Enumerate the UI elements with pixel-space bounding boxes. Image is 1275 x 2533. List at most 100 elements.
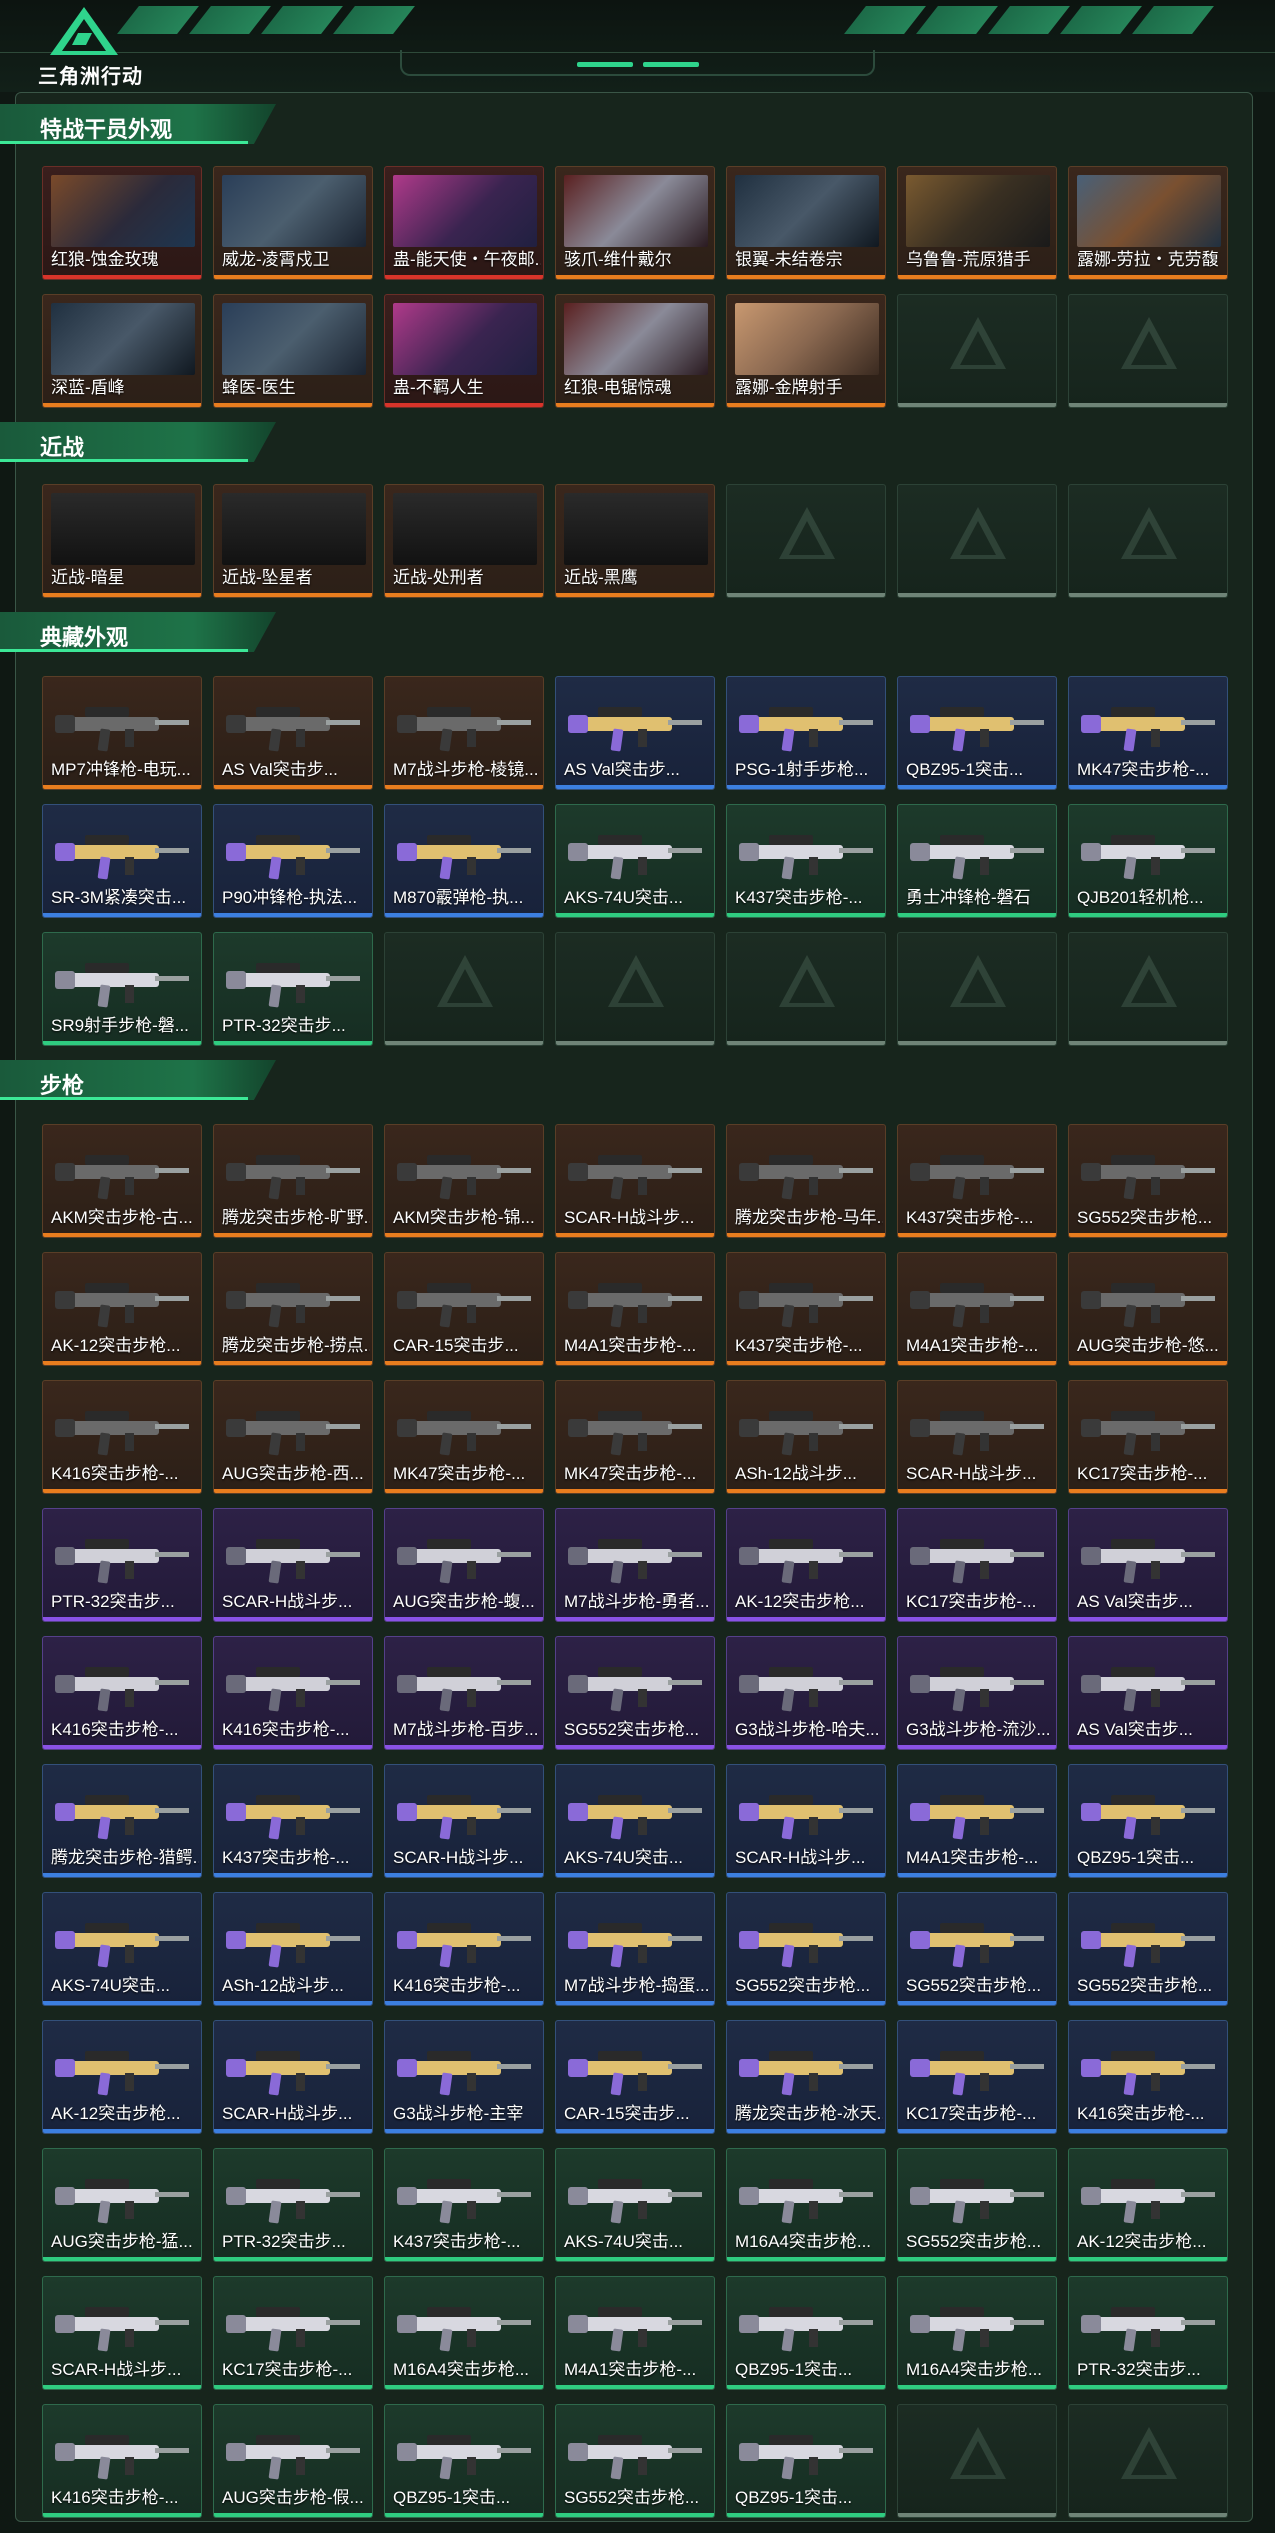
rifle-card[interactable]: M16A4突击步枪...	[897, 2276, 1057, 2390]
rifle-card[interactable]: AUG突击步枪-假...	[213, 2404, 373, 2518]
rifle-card[interactable]: PTR-32突击步...	[1068, 2276, 1228, 2390]
operator-card[interactable]: 深蓝-盾峰	[42, 294, 202, 408]
operator-card[interactable]: 威龙-凌霄戍卫	[213, 166, 373, 280]
operator-card[interactable]: 蛊-不羁人生	[384, 294, 544, 408]
collection-card[interactable]: 勇士冲锋枪-磐石	[897, 804, 1057, 918]
rifle-card[interactable]: SCAR-H战斗步...	[213, 2020, 373, 2134]
rifle-card[interactable]: K416突击步枪-...	[42, 1636, 202, 1750]
collection-card[interactable]: M870霰弹枪-执...	[384, 804, 544, 918]
rifle-card[interactable]: M4A1突击步枪-...	[555, 1252, 715, 1366]
rifle-card[interactable]: SCAR-H战斗步...	[897, 1380, 1057, 1494]
collection-card[interactable]: AS Val突击步...	[555, 676, 715, 790]
collection-card[interactable]: M7战斗步枪-棱镜...	[384, 676, 544, 790]
rifle-card[interactable]: CAR-15突击步...	[384, 1252, 544, 1366]
rifle-card[interactable]: KC17突击步枪-...	[213, 2276, 373, 2390]
rifle-card[interactable]: KC17突击步枪-...	[897, 2020, 1057, 2134]
rifle-card[interactable]: AK-12突击步枪...	[42, 1252, 202, 1366]
collection-card[interactable]: K437突击步枪-...	[726, 804, 886, 918]
operator-card[interactable]: 银翼-未结卷宗	[726, 166, 886, 280]
rifle-card[interactable]: SG552突击步枪...	[1068, 1892, 1228, 2006]
rifle-card[interactable]: G3战斗步枪-主宰	[384, 2020, 544, 2134]
collection-card[interactable]: QJB201轻机枪...	[1068, 804, 1228, 918]
rifle-card[interactable]: AKS-74U突击...	[42, 1892, 202, 2006]
collection-card[interactable]: QBZ95-1突击...	[897, 676, 1057, 790]
rifle-card[interactable]: K437突击步枪-...	[213, 1764, 373, 1878]
rifle-card[interactable]: AKS-74U突击...	[555, 2148, 715, 2262]
rifle-card[interactable]: M4A1突击步枪-...	[897, 1252, 1057, 1366]
collection-card[interactable]: P90冲锋枪-执法...	[213, 804, 373, 918]
rifle-card[interactable]: M4A1突击步枪-...	[555, 2276, 715, 2390]
rifle-card[interactable]: AKS-74U突击...	[555, 1764, 715, 1878]
operator-card[interactable]: 红狼-蚀金玫瑰	[42, 166, 202, 280]
melee-card[interactable]: 近战-暗星	[42, 484, 202, 598]
rifle-card[interactable]: SG552突击步枪...	[897, 2148, 1057, 2262]
rifle-card[interactable]: K416突击步枪-...	[384, 1892, 544, 2006]
operator-card[interactable]: 蜂医-医生	[213, 294, 373, 408]
rifle-card[interactable]: K416突击步枪-...	[42, 2404, 202, 2518]
rifle-card[interactable]: AUG突击步枪-西...	[213, 1380, 373, 1494]
rifle-card[interactable]: CAR-15突击步...	[555, 2020, 715, 2134]
rifle-card[interactable]: K416突击步枪-...	[42, 1380, 202, 1494]
rifle-card[interactable]: AUG突击步枪-猛...	[42, 2148, 202, 2262]
collection-card[interactable]: MP7冲锋枪-电玩...	[42, 676, 202, 790]
rifle-card[interactable]: 腾龙突击步枪-捞点...	[213, 1252, 373, 1366]
rifle-card[interactable]: KC17突击步枪-...	[897, 1508, 1057, 1622]
rifle-card[interactable]: SCAR-H战斗步...	[555, 1124, 715, 1238]
rifle-card[interactable]: AUG突击步枪-悠...	[1068, 1252, 1228, 1366]
rifle-card[interactable]: PTR-32突击步...	[213, 2148, 373, 2262]
rifle-card[interactable]: AK-12突击步枪...	[42, 2020, 202, 2134]
rifle-card[interactable]: AKM突击步枪-锦...	[384, 1124, 544, 1238]
operator-card[interactable]: 红狼-电锯惊魂	[555, 294, 715, 408]
collection-card[interactable]: AKS-74U突击...	[555, 804, 715, 918]
collection-card[interactable]: SR9射手步枪-磐...	[42, 932, 202, 1046]
rifle-card[interactable]: M7战斗步枪-勇者...	[555, 1508, 715, 1622]
rifle-card[interactable]: SCAR-H战斗步...	[42, 2276, 202, 2390]
rifle-card[interactable]: SG552突击步枪...	[555, 2404, 715, 2518]
rifle-card[interactable]: AK-12突击步枪...	[1068, 2148, 1228, 2262]
melee-card[interactable]: 近战-坠星者	[213, 484, 373, 598]
rifle-card[interactable]: QBZ95-1突击...	[726, 2404, 886, 2518]
rifle-card[interactable]: AUG突击步枪-蝮...	[384, 1508, 544, 1622]
rifle-card[interactable]: ASh-12战斗步...	[726, 1380, 886, 1494]
rifle-card[interactable]: AKM突击步枪-古...	[42, 1124, 202, 1238]
collection-card[interactable]: MK47突击步枪-...	[1068, 676, 1228, 790]
collection-card[interactable]: PSG-1射手步枪...	[726, 676, 886, 790]
rifle-card[interactable]: SCAR-H战斗步...	[384, 1764, 544, 1878]
rifle-card[interactable]: M7战斗步枪-捣蛋...	[555, 1892, 715, 2006]
rifle-card[interactable]: PTR-32突击步...	[42, 1508, 202, 1622]
rifle-card[interactable]: KC17突击步枪-...	[1068, 1380, 1228, 1494]
rifle-card[interactable]: 腾龙突击步枪-猎鳄...	[42, 1764, 202, 1878]
rifle-card[interactable]: K437突击步枪-...	[384, 2148, 544, 2262]
rifle-card[interactable]: AS Val突击步...	[1068, 1508, 1228, 1622]
rifle-card[interactable]: SCAR-H战斗步...	[213, 1508, 373, 1622]
rifle-card[interactable]: K416突击步枪-...	[1068, 2020, 1228, 2134]
rifle-card[interactable]: QBZ95-1突击...	[1068, 1764, 1228, 1878]
rifle-card[interactable]: K437突击步枪-...	[726, 1252, 886, 1366]
rifle-card[interactable]: SG552突击步枪...	[897, 1892, 1057, 2006]
rifle-card[interactable]: K437突击步枪-...	[897, 1124, 1057, 1238]
rifle-card[interactable]: 腾龙突击步枪-马年...	[726, 1124, 886, 1238]
collection-card[interactable]: AS Val突击步...	[213, 676, 373, 790]
operator-card[interactable]: 露娜-劳拉・克劳馥	[1068, 166, 1228, 280]
rifle-card[interactable]: G3战斗步枪-流沙...	[897, 1636, 1057, 1750]
rifle-card[interactable]: QBZ95-1突击...	[384, 2404, 544, 2518]
collection-card[interactable]: PTR-32突击步...	[213, 932, 373, 1046]
rifle-card[interactable]: SCAR-H战斗步...	[726, 1764, 886, 1878]
rifle-card[interactable]: 腾龙突击步枪-冰天...	[726, 2020, 886, 2134]
rifle-card[interactable]: 腾龙突击步枪-旷野...	[213, 1124, 373, 1238]
operator-card[interactable]: 骇爪-维什戴尔	[555, 166, 715, 280]
rifle-card[interactable]: M16A4突击步枪...	[384, 2276, 544, 2390]
rifle-card[interactable]: M16A4突击步枪...	[726, 2148, 886, 2262]
rifle-card[interactable]: M7战斗步枪-百步...	[384, 1636, 544, 1750]
operator-card[interactable]: 乌鲁鲁-荒原猎手	[897, 166, 1057, 280]
rifle-card[interactable]: K416突击步枪-...	[213, 1636, 373, 1750]
rifle-card[interactable]: SG552突击步枪...	[726, 1892, 886, 2006]
rifle-card[interactable]: MK47突击步枪-...	[384, 1380, 544, 1494]
rifle-card[interactable]: M4A1突击步枪-...	[897, 1764, 1057, 1878]
rifle-card[interactable]: G3战斗步枪-哈夫...	[726, 1636, 886, 1750]
operator-card[interactable]: 蛊-能天使・午夜邮...	[384, 166, 544, 280]
melee-card[interactable]: 近战-处刑者	[384, 484, 544, 598]
rifle-card[interactable]: QBZ95-1突击...	[726, 2276, 886, 2390]
rifle-card[interactable]: ASh-12战斗步...	[213, 1892, 373, 2006]
operator-card[interactable]: 露娜-金牌射手	[726, 294, 886, 408]
